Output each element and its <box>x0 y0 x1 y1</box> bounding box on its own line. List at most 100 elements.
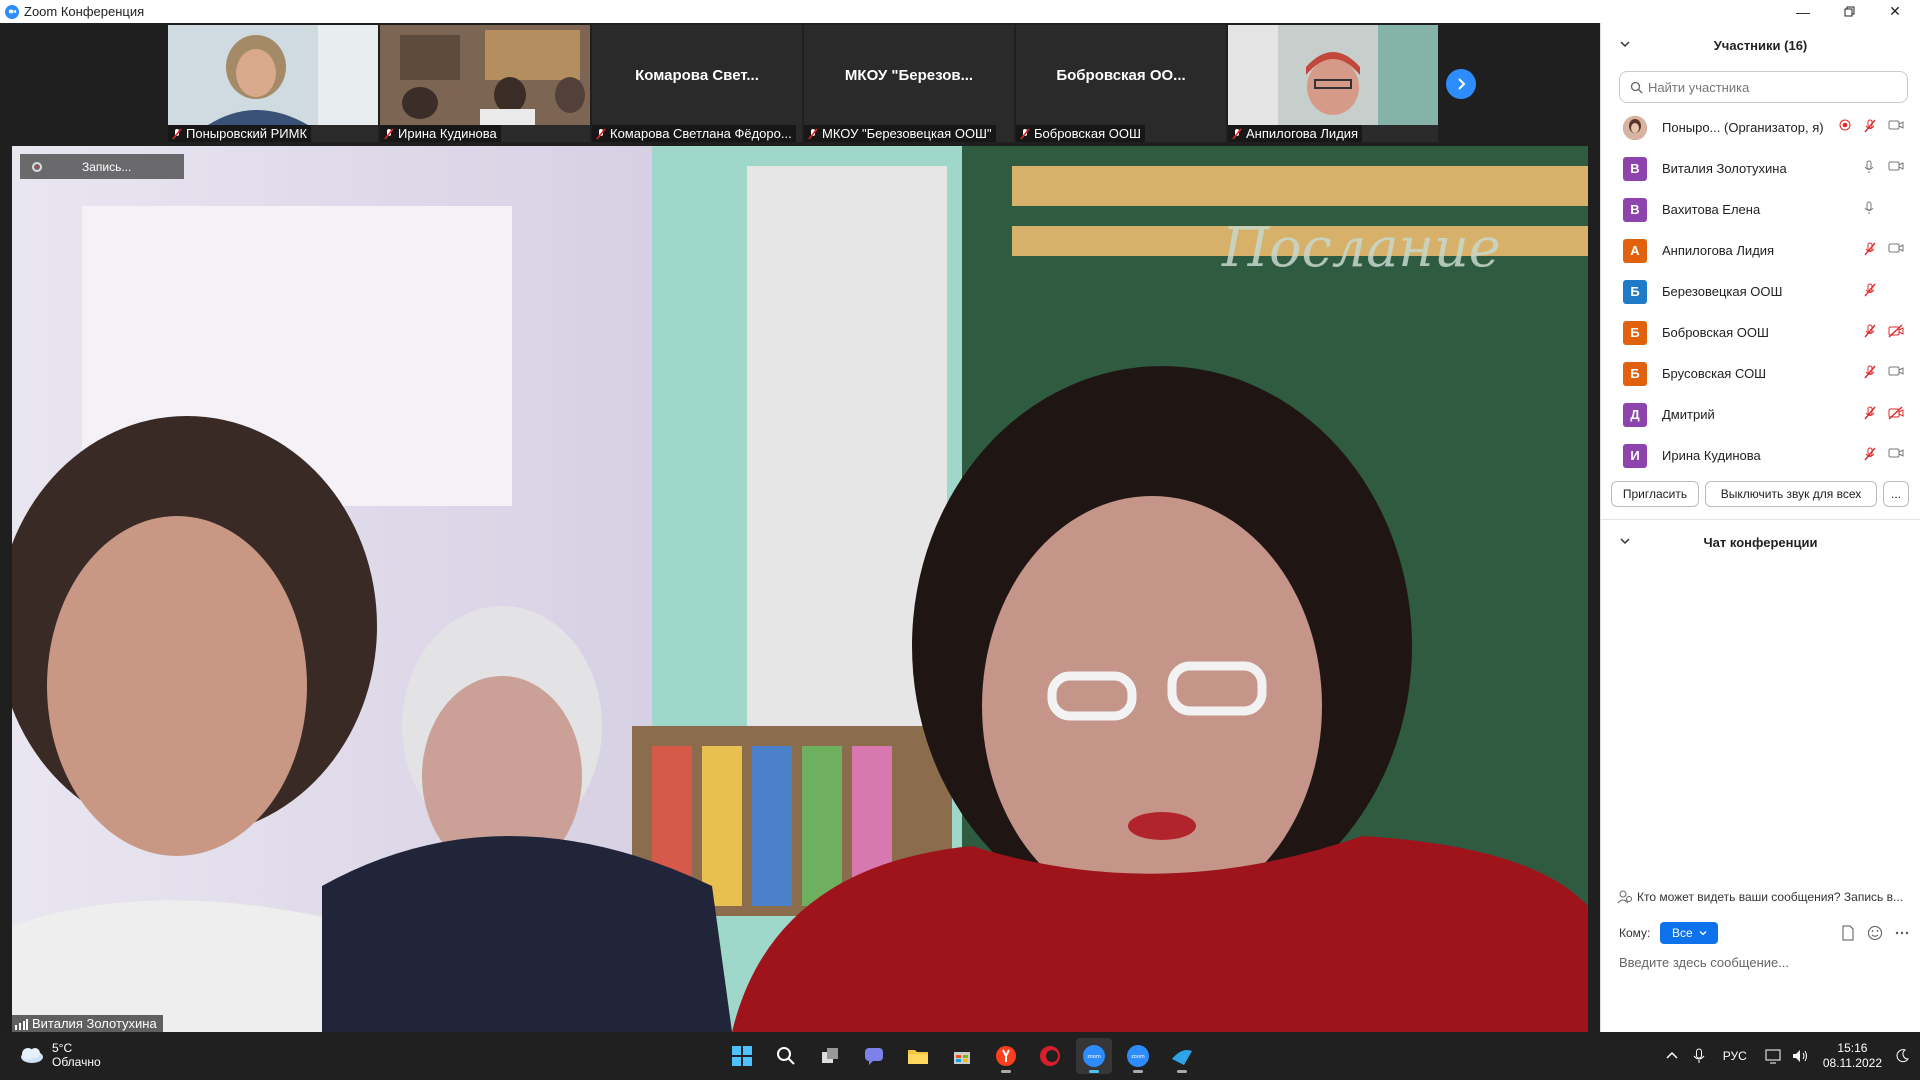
emoji-icon[interactable] <box>1867 925 1883 941</box>
participant-big-name: МКОУ "Березов... <box>844 66 974 84</box>
participant-row[interactable]: Б Березовецкая ООШ <box>1601 271 1920 312</box>
recipient-dropdown[interactable]: Все <box>1660 922 1719 944</box>
teams-chat-button[interactable] <box>856 1038 892 1074</box>
zoom-button-2[interactable]: zoom <box>1120 1038 1156 1074</box>
video-thumbnail[interactable]: Понырoвский РИМК <box>168 25 378 142</box>
mute-all-button[interactable]: Выключить звук для всех <box>1705 481 1877 507</box>
participant-name-label: Комарова Светлана Фёдоро... <box>592 125 796 142</box>
task-view-button[interactable] <box>812 1038 848 1074</box>
video-camera-icon <box>1888 366 1904 376</box>
chevron-up-icon[interactable] <box>1665 1049 1679 1063</box>
invite-button[interactable]: Пригласить <box>1611 481 1699 507</box>
speaker-video-frame: Послание <box>12 146 1588 1032</box>
avatar: А <box>1623 238 1647 263</box>
mic-muted-icon[interactable] <box>1863 406 1877 423</box>
yandex-browser-button[interactable] <box>988 1038 1024 1074</box>
search-icon <box>777 1047 795 1065</box>
chat-header: Чат конференции <box>1601 520 1920 564</box>
participants-title: Участники (16) <box>1713 37 1808 53</box>
video-thumbnail[interactable]: Бобровская ОО... Бобровская ООШ <box>1016 25 1226 142</box>
mic-muted-icon <box>1864 324 1876 338</box>
avatar-photo-icon <box>1623 115 1647 140</box>
chevron-down-icon[interactable] <box>1619 38 1631 50</box>
volume-icon[interactable] <box>1791 1048 1809 1064</box>
more-icon[interactable] <box>1895 925 1909 941</box>
participant-name-label: Ирина Кудинова <box>380 125 501 142</box>
video-thumbnail[interactable]: Ирина Кудинова <box>380 25 590 142</box>
participant-row[interactable]: В Виталия Золотухина <box>1601 148 1920 189</box>
video-camera-icon[interactable] <box>1888 365 1904 380</box>
video-camera-icon[interactable] <box>1888 160 1904 175</box>
video-off-icon[interactable] <box>1888 406 1904 423</box>
participant-big-name: Комарова Свет... <box>635 66 759 84</box>
participant-row[interactable]: Поныро... (Организатор, я) <box>1601 107 1920 148</box>
mic-muted-icon[interactable] <box>1863 283 1877 300</box>
more-options-button[interactable]: ... <box>1883 481 1909 507</box>
chat-title: Чат конференции <box>1703 534 1818 550</box>
video-camera-icon[interactable] <box>1888 447 1904 462</box>
main-video: Послание Запись... Виталия Золотухина <box>12 146 1588 1032</box>
mic-muted-icon[interactable] <box>1863 242 1877 259</box>
avatar <box>1623 115 1647 140</box>
file-icon[interactable] <box>1841 925 1855 941</box>
search-button[interactable] <box>768 1038 804 1074</box>
weather-widget[interactable]: 5°C Облачно <box>18 1041 101 1069</box>
video-camera-icon <box>1888 161 1904 171</box>
mic-muted-icon[interactable] <box>1863 365 1877 382</box>
microphone-icon[interactable] <box>1863 201 1875 218</box>
participant-name-label: Бобровская ООШ <box>1016 125 1145 142</box>
recording-indicator[interactable]: Запись... <box>20 154 184 179</box>
recording-label: Запись... <box>82 159 132 174</box>
participant-row[interactable]: Д Дмитрий <box>1601 394 1920 435</box>
mic-muted-icon[interactable] <box>1863 324 1877 341</box>
zoom-button[interactable]: zoom <box>1076 1038 1112 1074</box>
participant-name: Дмитрий <box>1662 407 1715 422</box>
clock-date: 08.11.2022 <box>1822 1056 1882 1070</box>
mic-muted-icon[interactable] <box>1863 447 1877 464</box>
video-camera-icon[interactable] <box>1888 119 1904 134</box>
participant-name: Березовецкая ООШ <box>1662 284 1783 299</box>
microphone-icon[interactable] <box>1863 160 1875 177</box>
blue-app-button[interactable] <box>1164 1038 1200 1074</box>
clock[interactable]: 15:16 08.11.2022 <box>1823 1041 1882 1071</box>
participant-row[interactable]: Б Брусовская СОШ <box>1601 353 1920 394</box>
mic-muted-icon <box>1864 365 1876 379</box>
microphone-icon <box>1864 201 1874 214</box>
participant-row[interactable]: В Вахитова Елена <box>1601 189 1920 230</box>
file-explorer-button[interactable] <box>900 1038 936 1074</box>
next-page-button[interactable] <box>1446 69 1476 99</box>
red-app-button[interactable] <box>1032 1038 1068 1074</box>
mic-muted-icon <box>384 128 394 139</box>
start-button[interactable] <box>724 1038 760 1074</box>
video-camera-icon[interactable] <box>1888 242 1904 257</box>
participant-search-input[interactable]: Найти участника <box>1619 71 1908 103</box>
mic-muted-icon <box>1864 119 1876 133</box>
participant-row[interactable]: Б Бобровская ООШ <box>1601 312 1920 353</box>
store-button[interactable] <box>944 1038 980 1074</box>
maximize-button[interactable] <box>1826 0 1872 23</box>
participant-row[interactable]: И Ирина Кудинова <box>1601 435 1920 476</box>
chat-message-input[interactable]: Введите здесь сообщение... <box>1619 955 1789 970</box>
video-off-icon[interactable] <box>1888 324 1904 341</box>
side-panel: Участники (16) Найти участника Поныро...… <box>1600 23 1920 1032</box>
paper-plane-icon <box>1172 1050 1192 1065</box>
video-thumbnail[interactable]: Комарова Свет... Комарова Светлана Фёдор… <box>592 25 802 142</box>
minimize-button[interactable]: — <box>1780 0 1826 23</box>
chevron-down-icon <box>1699 931 1707 936</box>
video-camera-icon <box>1888 448 1904 458</box>
mic-muted-icon <box>596 128 606 139</box>
notifications-icon[interactable] <box>1894 1048 1910 1064</box>
chevron-down-icon[interactable] <box>1619 535 1631 547</box>
close-button[interactable]: ✕ <box>1872 0 1918 23</box>
svg-text:zoom: zoom <box>1087 1054 1101 1060</box>
avatar: В <box>1623 197 1647 222</box>
mic-muted-icon <box>1864 447 1876 461</box>
network-icon[interactable] <box>1765 1048 1783 1064</box>
participant-row[interactable]: А Анпилогова Лидия <box>1601 230 1920 271</box>
video-thumbnail[interactable]: МКОУ "Березов... МКОУ "Березовецкая ООШ" <box>804 25 1014 142</box>
microphone-icon[interactable] <box>1693 1048 1705 1064</box>
chat-visibility-notice[interactable]: Кто может видеть ваши сообщения? Запись … <box>1617 890 1917 904</box>
mic-muted-icon[interactable] <box>1863 119 1877 136</box>
video-thumbnail[interactable]: Анпилогова Лидия <box>1228 25 1438 142</box>
language-indicator[interactable]: РУС <box>1723 1049 1747 1063</box>
